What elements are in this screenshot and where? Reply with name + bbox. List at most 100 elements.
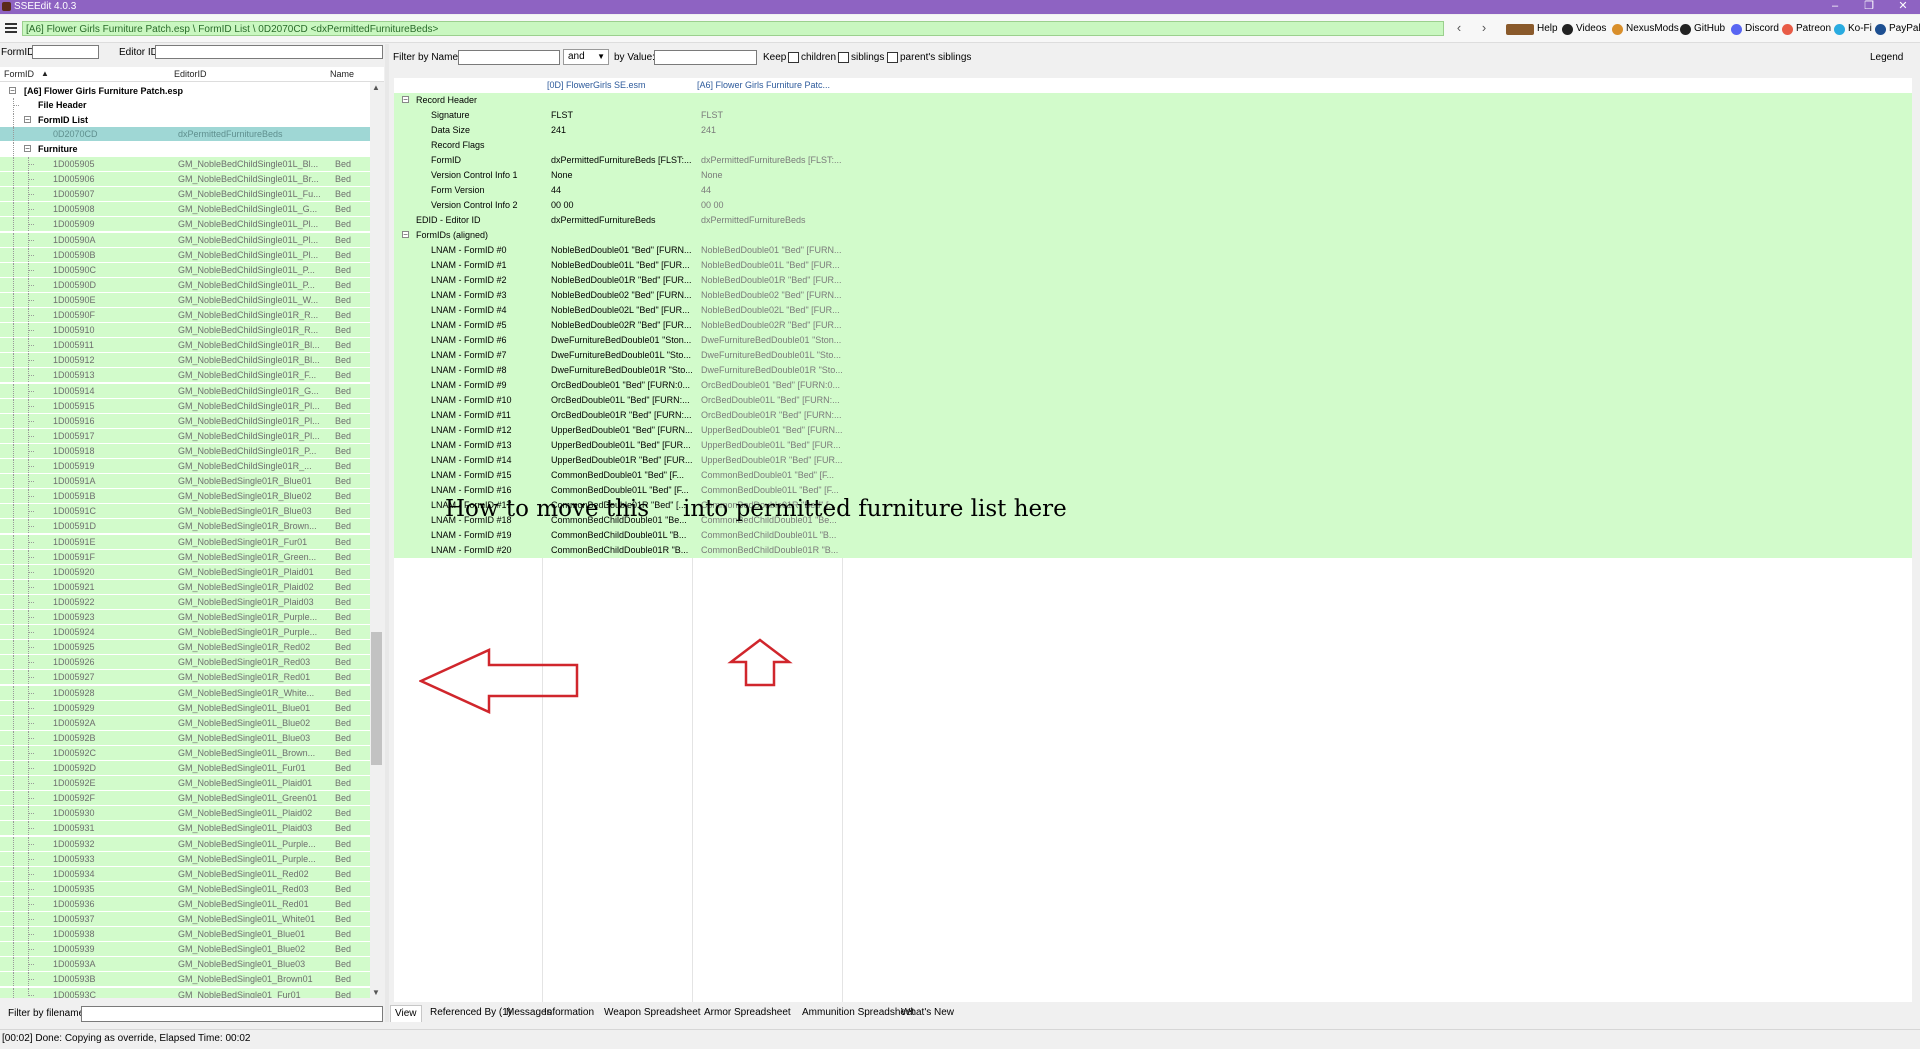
- header-field-row[interactable]: Record Flags: [394, 138, 1912, 153]
- lnam-row[interactable]: LNAM - FormID #12 UpperBedDouble01 "Bed" …: [394, 423, 1912, 438]
- lnam-row[interactable]: LNAM - FormID #15 CommonBedDouble01 "Bed"…: [394, 468, 1912, 483]
- lnam-row[interactable]: LNAM - FormID #8 DweFurnitureBedDouble01R…: [394, 363, 1912, 378]
- column-editorid[interactable]: EditorID: [174, 69, 207, 79]
- furniture-row[interactable]: 1D00590D GM_NobleBedChildSingle01L_P... Be…: [0, 277, 370, 292]
- lnam-row[interactable]: LNAM - FormID #3 NobleBedDouble02 "Bed" […: [394, 288, 1912, 303]
- toplink-videos[interactable]: Videos: [1562, 22, 1606, 36]
- toplink-ko-fi[interactable]: Ko-Fi: [1834, 22, 1872, 36]
- tree-selected-record[interactable]: 0D2070CD dxPermittedFurnitureBeds: [0, 127, 370, 141]
- lnam-row[interactable]: LNAM - FormID #14 UpperBedDouble01R "Bed"…: [394, 453, 1912, 468]
- furniture-row[interactable]: 1D00591C GM_NobleBedSingle01R_Blue03 Bed: [0, 504, 370, 519]
- menu-icon[interactable]: [5, 23, 17, 33]
- furniture-row[interactable]: 1D00592E GM_NobleBedSingle01L_Plaid01 Bed: [0, 776, 370, 791]
- lnam-row[interactable]: LNAM - FormID #13 UpperBedDouble01L "Bed"…: [394, 438, 1912, 453]
- furniture-row[interactable]: 1D005927 GM_NobleBedSingle01R_Red01 Bed: [0, 670, 370, 685]
- furniture-row[interactable]: 1D005924 GM_NobleBedSingle01R_Purple... Be…: [0, 625, 370, 640]
- by-value-input[interactable]: [654, 50, 757, 65]
- keep-siblings-checkbox[interactable]: siblings: [838, 51, 884, 65]
- furniture-row[interactable]: 1D005928 GM_NobleBedSingle01R_White... Bed: [0, 685, 370, 700]
- lnam-row[interactable]: LNAM - FormID #2 NobleBedDouble01R "Bed" …: [394, 273, 1912, 288]
- lnam-row[interactable]: LNAM - FormID #11 OrcBedDouble01R "Bed" […: [394, 408, 1912, 423]
- header-field-row[interactable]: Signature FLST FLST: [394, 108, 1912, 123]
- toplink-help[interactable]: Help: [1506, 22, 1558, 36]
- tree-formid-list-node[interactable]: − FormID List: [0, 113, 370, 127]
- furniture-row[interactable]: 1D005910 GM_NobleBedChildSingle01R_R... Be…: [0, 323, 370, 338]
- furniture-row[interactable]: 1D005920 GM_NobleBedSingle01R_Plaid01 Bed: [0, 564, 370, 579]
- lnam-row[interactable]: LNAM - FormID #9 OrcBedDouble01 "Bed" [FU…: [394, 378, 1912, 393]
- furniture-row[interactable]: 1D005905 GM_NobleBedChildSingle01L_Bl... B…: [0, 157, 370, 171]
- lnam-row[interactable]: LNAM - FormID #0 NobleBedDouble01 "Bed" […: [394, 243, 1912, 258]
- tab-what-s-new[interactable]: What's New: [897, 1005, 958, 1021]
- tree-file-header-node[interactable]: File Header: [0, 98, 370, 112]
- furniture-row[interactable]: 1D005936 GM_NobleBedSingle01L_Red01 Bed: [0, 896, 370, 911]
- furniture-row[interactable]: 1D00591E GM_NobleBedSingle01R_Fur01 Bed: [0, 534, 370, 549]
- furniture-row[interactable]: 1D00590F GM_NobleBedChildSingle01R_R... Be…: [0, 308, 370, 322]
- furniture-row[interactable]: 1D005935 GM_NobleBedSingle01L_Red03 Bed: [0, 881, 370, 896]
- legend-button[interactable]: Legend: [1870, 51, 1903, 65]
- furniture-row[interactable]: 1D005932 GM_NobleBedSingle01L_Purple... Be…: [0, 836, 370, 851]
- tab-armor-spreadsheet[interactable]: Armor Spreadsheet: [700, 1005, 795, 1021]
- collapse-icon[interactable]: −: [402, 96, 409, 104]
- furniture-row[interactable]: 1D00592D GM_NobleBedSingle01L_Fur01 Bed: [0, 761, 370, 775]
- furniture-row[interactable]: 1D005923 GM_NobleBedSingle01R_Purple... Be…: [0, 610, 370, 624]
- furniture-row[interactable]: 1D005915 GM_NobleBedChildSingle01R_Pl... B…: [0, 398, 370, 413]
- editorid-filter-input[interactable]: [155, 45, 383, 59]
- lnam-row[interactable]: LNAM - FormID #5 NobleBedDouble02R "Bed" …: [394, 318, 1912, 333]
- column-override-file[interactable]: [A6] Flower Girls Furniture Patc...: [697, 78, 845, 93]
- filename-filter-input[interactable]: [81, 1006, 383, 1022]
- tree-furniture-node[interactable]: − Furniture: [0, 142, 370, 156]
- tree-plugin-node[interactable]: − [A6] Flower Girls Furniture Patch.esp: [0, 84, 370, 98]
- record-header-section[interactable]: − Record Header: [394, 93, 1912, 108]
- column-formid[interactable]: FormID: [4, 69, 34, 79]
- collapse-icon[interactable]: −: [402, 231, 409, 239]
- filter-operator-select[interactable]: and ▼: [563, 49, 609, 65]
- furniture-row[interactable]: 1D00592B GM_NobleBedSingle01L_Blue03 Bed: [0, 730, 370, 745]
- formids-section[interactable]: − FormIDs (aligned): [394, 228, 1912, 243]
- scroll-up-icon[interactable]: ▲: [372, 83, 380, 92]
- lnam-row[interactable]: LNAM - FormID #4 NobleBedDouble02L "Bed" …: [394, 303, 1912, 318]
- lnam-row[interactable]: LNAM - FormID #20 CommonBedChildDouble01R…: [394, 543, 1912, 558]
- furniture-row[interactable]: 1D00590B GM_NobleBedChildSingle01L_Pl... B…: [0, 247, 370, 262]
- furniture-row[interactable]: 1D00592C GM_NobleBedSingle01L_Brown... Bed: [0, 745, 370, 760]
- collapse-icon[interactable]: −: [24, 116, 31, 124]
- furniture-row[interactable]: 1D005919 GM_NobleBedChildSingle01R_... Bed: [0, 459, 370, 473]
- furniture-row[interactable]: 1D005906 GM_NobleBedChildSingle01L_Br... B…: [0, 172, 370, 187]
- header-field-row[interactable]: Form Version 44 44: [394, 183, 1912, 198]
- lnam-row[interactable]: LNAM - FormID #10 OrcBedDouble01L "Bed" […: [394, 393, 1912, 408]
- furniture-row[interactable]: 1D005909 GM_NobleBedChildSingle01L_Pl... B…: [0, 217, 370, 232]
- furniture-row[interactable]: 1D00591D GM_NobleBedSingle01R_Brown... Bed: [0, 519, 370, 534]
- pane-splitter[interactable]: [385, 44, 389, 1022]
- header-field-row[interactable]: FormID dxPermittedFurnitureBeds [FLST:...…: [394, 153, 1912, 168]
- tab-view[interactable]: View: [390, 1005, 422, 1022]
- toplink-nexusmods[interactable]: NexusMods: [1612, 22, 1679, 36]
- furniture-row[interactable]: 1D005933 GM_NobleBedSingle01L_Purple... Be…: [0, 851, 370, 866]
- furniture-row[interactable]: 1D005912 GM_NobleBedChildSingle01R_Bl... B…: [0, 353, 370, 368]
- furniture-row[interactable]: 1D005907 GM_NobleBedChildSingle01L_Fu... B…: [0, 187, 370, 202]
- furniture-row[interactable]: 1D005914 GM_NobleBedChildSingle01R_G... Be…: [0, 383, 370, 398]
- collapse-icon[interactable]: −: [9, 87, 16, 95]
- lnam-row[interactable]: LNAM - FormID #6 DweFurnitureBedDouble01 …: [394, 333, 1912, 348]
- furniture-row[interactable]: 1D005926 GM_NobleBedSingle01R_Red03 Bed: [0, 655, 370, 670]
- furniture-row[interactable]: 1D00590C GM_NobleBedChildSingle01L_P... Be…: [0, 262, 370, 277]
- header-field-row[interactable]: Version Control Info 1 None None: [394, 168, 1912, 183]
- furniture-row[interactable]: 1D005918 GM_NobleBedChildSingle01R_P... Be…: [0, 443, 370, 458]
- furniture-row[interactable]: 1D005939 GM_NobleBedSingle01_Blue02 Bed: [0, 942, 370, 957]
- minimize-button[interactable]: –: [1818, 0, 1852, 14]
- tab-information[interactable]: Information: [540, 1005, 598, 1021]
- furniture-row[interactable]: 1D005930 GM_NobleBedSingle01L_Plaid02 Bed: [0, 806, 370, 821]
- toplink-github[interactable]: GitHub: [1680, 22, 1725, 36]
- furniture-row[interactable]: 1D00593C GM_NobleBedSingle01_Fur01 Bed: [0, 987, 370, 998]
- furniture-row[interactable]: 1D00591B GM_NobleBedSingle01R_Blue02 Bed: [0, 489, 370, 504]
- back-arrow-icon[interactable]: ‹: [1451, 20, 1467, 36]
- keep-children-checkbox[interactable]: children: [788, 51, 836, 65]
- furniture-row[interactable]: 1D00591F GM_NobleBedSingle01R_Green... Bed: [0, 549, 370, 564]
- furniture-row[interactable]: 1D00590E GM_NobleBedChildSingle01L_W... Be…: [0, 292, 370, 307]
- toplink-patreon[interactable]: Patreon: [1782, 22, 1831, 36]
- collapse-icon[interactable]: −: [24, 145, 31, 153]
- tab-weapon-spreadsheet[interactable]: Weapon Spreadsheet: [600, 1005, 705, 1021]
- keep-parents-siblings-checkbox[interactable]: parent's siblings: [887, 51, 971, 65]
- lnam-row[interactable]: LNAM - FormID #19 CommonBedChildDouble01L…: [394, 528, 1912, 543]
- furniture-row[interactable]: 1D00592A GM_NobleBedSingle01L_Blue02 Bed: [0, 715, 370, 730]
- furniture-row[interactable]: 1D005929 GM_NobleBedSingle01L_Blue01 Bed: [0, 700, 370, 715]
- furniture-row[interactable]: 1D00591A GM_NobleBedSingle01R_Blue01 Bed: [0, 474, 370, 489]
